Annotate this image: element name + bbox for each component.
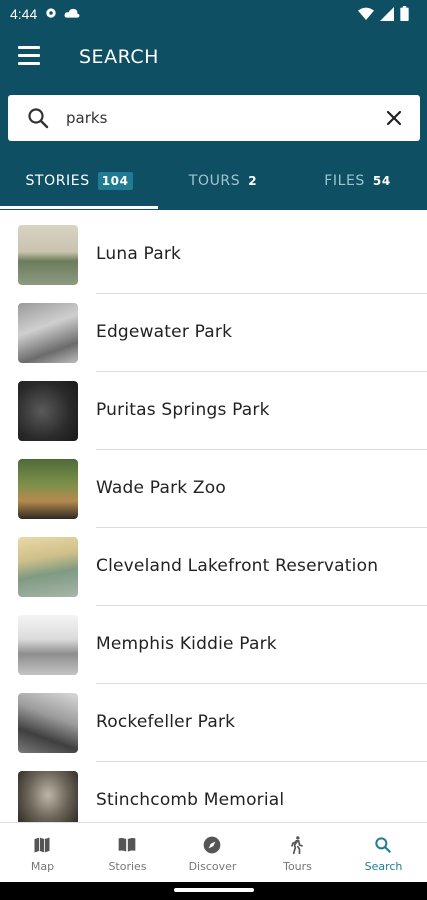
list-item-title: Rockefeller Park — [96, 712, 236, 732]
hamburger-icon — [18, 46, 40, 49]
list-item[interactable]: Edgewater Park — [0, 294, 427, 372]
nav-stories-label: Stories — [108, 860, 147, 873]
tab-tours[interactable]: TOURS 2 — [158, 152, 288, 210]
book-icon — [118, 838, 136, 852]
cloud-icon — [64, 8, 80, 18]
home-indicator[interactable] — [174, 888, 254, 892]
thumbnail-image — [18, 303, 78, 363]
nav-discover[interactable]: Discover — [170, 823, 255, 883]
thumbnail-image — [18, 381, 78, 441]
tab-files-label: FILES — [324, 173, 365, 189]
list-item[interactable]: Rockefeller Park — [0, 684, 427, 762]
settings-icon — [46, 8, 56, 18]
list-item-title: Edgewater Park — [96, 322, 233, 342]
tab-stories-count: 104 — [97, 172, 133, 190]
nav-search[interactable]: Search — [341, 823, 426, 883]
active-tab-indicator — [0, 206, 158, 209]
thumbnail-image — [18, 537, 78, 597]
page-title: SEARCH — [79, 46, 159, 68]
list-item-title: Puritas Springs Park — [96, 400, 270, 420]
list-item[interactable]: Cleveland Lakefront Reservation — [0, 528, 427, 606]
status-bar: 4:44 — [0, 0, 427, 28]
results-tabs: STORIES 104 TOURS 2 FILES 54 — [0, 152, 427, 210]
walk-icon — [291, 836, 303, 855]
thumbnail-image — [18, 615, 78, 675]
tab-tours-label: TOURS — [188, 173, 241, 189]
search-icon — [375, 837, 391, 853]
compass-icon — [203, 836, 221, 854]
hamburger-icon-line — [18, 62, 40, 65]
wifi-icon — [358, 7, 374, 20]
thumbnail-image — [18, 225, 78, 285]
list-item-title: Wade Park Zoo — [96, 478, 226, 498]
tab-stories[interactable]: STORIES 104 — [0, 152, 158, 210]
search-area — [0, 88, 427, 152]
list-item[interactable]: Puritas Springs Park — [0, 372, 427, 450]
nav-map[interactable]: Map — [0, 823, 85, 883]
thumbnail-image — [18, 459, 78, 519]
nav-tours[interactable]: Tours — [255, 823, 340, 883]
gesture-bar — [0, 882, 427, 900]
results-list: Luna Park Edgewater Park Puritas Springs… — [0, 216, 427, 822]
map-icon — [34, 837, 50, 853]
list-item-title: Memphis Kiddie Park — [96, 634, 277, 654]
list-item-title: Luna Park — [96, 244, 182, 264]
search-box — [8, 95, 420, 141]
thumbnail-image — [18, 771, 78, 822]
battery-icon — [400, 6, 409, 21]
tab-tours-count: 2 — [248, 174, 258, 188]
nav-discover-label: Discover — [188, 860, 237, 873]
tab-files[interactable]: FILES 54 — [288, 152, 427, 210]
list-item[interactable]: Memphis Kiddie Park — [0, 606, 427, 684]
menu-button[interactable] — [18, 46, 44, 70]
tab-stories-label: STORIES — [25, 173, 90, 189]
tab-files-count: 54 — [372, 174, 391, 188]
app-bar: SEARCH — [0, 28, 427, 88]
list-item[interactable]: Luna Park — [0, 216, 427, 294]
list-item[interactable]: Stinchcomb Memorial — [0, 762, 427, 822]
thumbnail-image — [18, 693, 78, 753]
search-icon — [28, 108, 49, 129]
search-input[interactable] — [66, 103, 366, 133]
list-item-title: Cleveland Lakefront Reservation — [96, 556, 379, 576]
bottom-navigation: Map Stories Discover Tours Search — [0, 822, 427, 882]
list-item-title: Stinchcomb Memorial — [96, 790, 285, 810]
hamburger-icon-line — [18, 54, 40, 57]
nav-stories[interactable]: Stories — [85, 823, 170, 883]
signal-icon — [380, 6, 394, 21]
nav-search-label: Search — [364, 860, 403, 873]
nav-tours-label: Tours — [283, 860, 312, 873]
clear-search-icon[interactable] — [382, 106, 406, 130]
nav-map-label: Map — [30, 860, 55, 873]
status-time: 4:44 — [10, 6, 38, 22]
list-item[interactable]: Wade Park Zoo — [0, 450, 427, 528]
